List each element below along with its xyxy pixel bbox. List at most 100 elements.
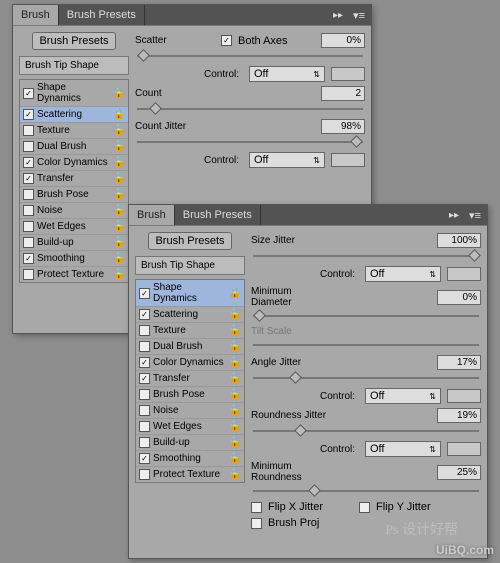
size-control-select[interactable]: Off⇅ [365, 266, 441, 282]
tab-brush[interactable]: Brush [129, 205, 175, 225]
angle-jitter-slider[interactable] [253, 373, 479, 383]
lock-icon[interactable]: 🔒 [113, 157, 125, 168]
checkbox-icon[interactable] [23, 253, 34, 264]
opt-dual-brush[interactable]: Dual Brush🔒 [136, 339, 244, 355]
lock-icon[interactable]: 🔒 [229, 288, 241, 299]
opt-smoothing[interactable]: Smoothing🔒 [136, 451, 244, 467]
opt-noise[interactable]: Noise🔒 [20, 203, 128, 219]
count-jitter-value[interactable]: 98% [321, 119, 365, 134]
checkbox-icon[interactable] [139, 373, 150, 384]
checkbox-icon[interactable] [139, 341, 150, 352]
panel-menu-icon[interactable]: ▾≡ [347, 9, 371, 22]
opt-transfer[interactable]: Transfer🔒 [20, 171, 128, 187]
min-roundness-slider[interactable] [253, 486, 479, 496]
checkbox-icon[interactable] [139, 389, 150, 400]
tab-brush-presets[interactable]: Brush Presets [175, 205, 261, 225]
checkbox-icon[interactable] [139, 309, 150, 320]
lock-icon[interactable]: 🔒 [113, 253, 125, 264]
count-jitter-slider[interactable] [137, 137, 363, 147]
count-value[interactable]: 2 [321, 86, 365, 101]
tab-brush[interactable]: Brush [13, 5, 59, 25]
lock-icon[interactable]: 🔒 [113, 269, 125, 280]
opt-buildup[interactable]: Build-up🔒 [136, 435, 244, 451]
min-diameter-slider[interactable] [253, 311, 479, 321]
checkbox-icon[interactable] [23, 141, 34, 152]
checkbox-icon[interactable] [139, 437, 150, 448]
checkbox-icon[interactable] [139, 469, 150, 480]
roundness-jitter-value[interactable]: 19% [437, 408, 481, 423]
lock-icon[interactable]: 🔒 [229, 341, 241, 352]
brush-presets-button[interactable]: Brush Presets [148, 232, 231, 250]
roundness-control-select[interactable]: Off⇅ [365, 441, 441, 457]
count-jitter-control-select[interactable]: Off⇅ [249, 152, 325, 168]
angle-jitter-value[interactable]: 17% [437, 355, 481, 370]
angle-control-select[interactable]: Off⇅ [365, 388, 441, 404]
collapse-icon[interactable]: ▸▸ [329, 10, 347, 21]
opt-scattering[interactable]: Scattering🔒 [20, 107, 128, 123]
checkbox-icon[interactable] [23, 205, 34, 216]
opt-dual-brush[interactable]: Dual Brush🔒 [20, 139, 128, 155]
checkbox-icon[interactable] [139, 288, 150, 299]
checkbox-icon[interactable] [23, 237, 34, 248]
tab-brush-presets[interactable]: Brush Presets [59, 5, 145, 25]
opt-shape-dynamics[interactable]: Shape Dynamics🔒 [20, 80, 128, 107]
lock-icon[interactable]: 🔒 [229, 469, 241, 480]
checkbox-icon[interactable] [23, 173, 34, 184]
checkbox-icon[interactable] [23, 221, 34, 232]
lock-icon[interactable]: 🔒 [113, 109, 125, 120]
lock-icon[interactable]: 🔒 [229, 325, 241, 336]
lock-icon[interactable]: 🔒 [229, 437, 241, 448]
lock-icon[interactable]: 🔒 [229, 421, 241, 432]
opt-brush-pose[interactable]: Brush Pose🔒 [20, 187, 128, 203]
opt-protect-texture[interactable]: Protect Texture🔒 [20, 267, 128, 282]
roundness-jitter-slider[interactable] [253, 426, 479, 436]
opt-shape-dynamics[interactable]: Shape Dynamics🔒 [136, 280, 244, 307]
checkbox-icon[interactable] [23, 157, 34, 168]
count-slider[interactable] [137, 104, 363, 114]
checkbox-icon[interactable] [23, 88, 34, 99]
checkbox-icon[interactable] [23, 189, 34, 200]
brush-tip-shape[interactable]: Brush Tip Shape [135, 256, 245, 275]
min-roundness-value[interactable]: 25% [437, 465, 481, 480]
collapse-icon[interactable]: ▸▸ [445, 210, 463, 221]
opt-noise[interactable]: Noise🔒 [136, 403, 244, 419]
checkbox-icon[interactable] [23, 125, 34, 136]
opt-scattering[interactable]: Scattering🔒 [136, 307, 244, 323]
opt-wet-edges[interactable]: Wet Edges🔒 [136, 419, 244, 435]
brush-projection-checkbox[interactable] [251, 518, 262, 529]
lock-icon[interactable]: 🔒 [113, 88, 125, 99]
lock-icon[interactable]: 🔒 [229, 453, 241, 464]
opt-smoothing[interactable]: Smoothing🔒 [20, 251, 128, 267]
opt-texture[interactable]: Texture🔒 [20, 123, 128, 139]
opt-protect-texture[interactable]: Protect Texture🔒 [136, 467, 244, 482]
checkbox-icon[interactable] [139, 453, 150, 464]
panel-menu-icon[interactable]: ▾≡ [463, 209, 487, 222]
checkbox-icon[interactable] [139, 421, 150, 432]
opt-wet-edges[interactable]: Wet Edges🔒 [20, 219, 128, 235]
opt-buildup[interactable]: Build-up🔒 [20, 235, 128, 251]
lock-icon[interactable]: 🔒 [113, 141, 125, 152]
checkbox-icon[interactable] [139, 405, 150, 416]
lock-icon[interactable]: 🔒 [113, 221, 125, 232]
lock-icon[interactable]: 🔒 [229, 357, 241, 368]
size-jitter-value[interactable]: 100% [437, 233, 481, 248]
scatter-value[interactable]: 0% [321, 33, 365, 48]
checkbox-icon[interactable] [23, 269, 34, 280]
opt-brush-pose[interactable]: Brush Pose🔒 [136, 387, 244, 403]
checkbox-icon[interactable] [139, 357, 150, 368]
min-diameter-value[interactable]: 0% [437, 290, 481, 305]
size-jitter-slider[interactable] [253, 251, 479, 261]
opt-color-dynamics[interactable]: Color Dynamics🔒 [20, 155, 128, 171]
lock-icon[interactable]: 🔒 [229, 405, 241, 416]
flip-y-checkbox[interactable] [359, 502, 370, 513]
opt-texture[interactable]: Texture🔒 [136, 323, 244, 339]
brush-tip-shape[interactable]: Brush Tip Shape [19, 56, 129, 75]
lock-icon[interactable]: 🔒 [113, 125, 125, 136]
opt-color-dynamics[interactable]: Color Dynamics🔒 [136, 355, 244, 371]
lock-icon[interactable]: 🔒 [229, 309, 241, 320]
lock-icon[interactable]: 🔒 [113, 237, 125, 248]
lock-icon[interactable]: 🔒 [229, 373, 241, 384]
scatter-slider[interactable] [137, 51, 363, 61]
lock-icon[interactable]: 🔒 [113, 205, 125, 216]
opt-transfer[interactable]: Transfer🔒 [136, 371, 244, 387]
